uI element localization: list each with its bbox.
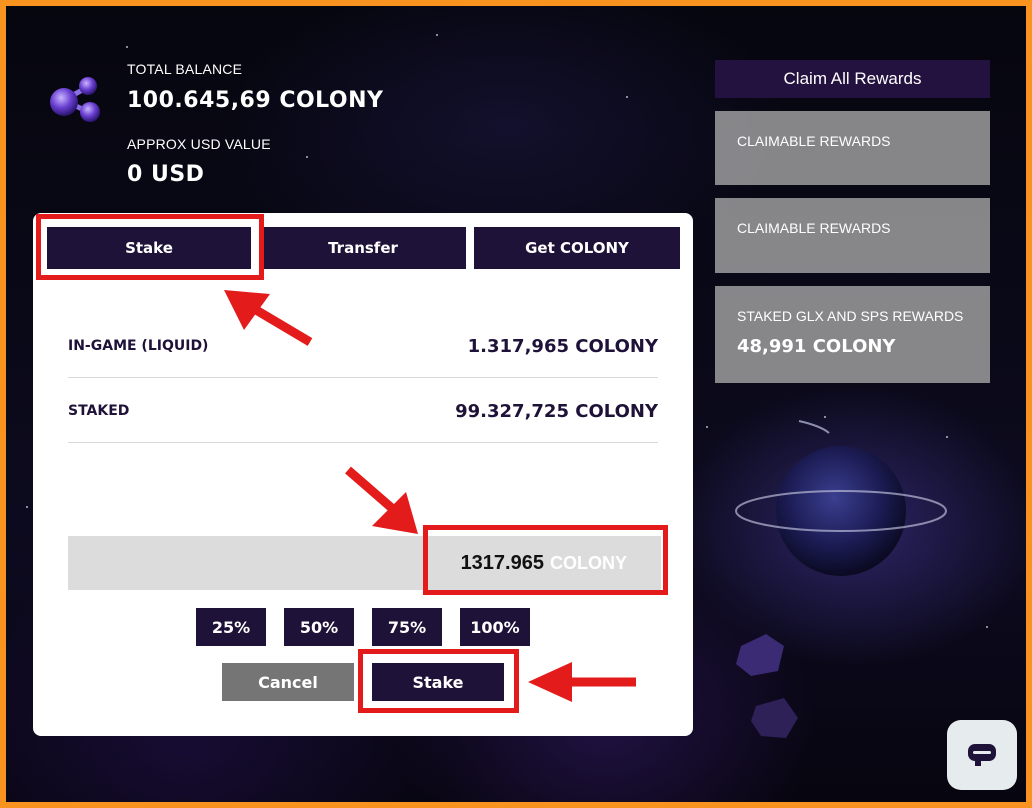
asteroid-decoration	[736, 634, 798, 738]
total-balance-label: TOTAL BALANCE	[127, 61, 243, 77]
claimable-rewards-card: CLAIMABLE REWARDS	[715, 198, 990, 273]
stake-tab-highlight	[36, 214, 264, 280]
star-decoration	[986, 626, 988, 628]
tab-transfer[interactable]: Transfer	[260, 227, 466, 269]
reward-card-label: CLAIMABLE REWARDS	[737, 133, 891, 149]
star-decoration	[26, 506, 28, 508]
reward-card-label: STAKED GLX AND SPS REWARDS	[737, 308, 964, 324]
usd-value-label: APPROX USD VALUE	[127, 136, 271, 152]
planet-decoration	[735, 420, 947, 576]
star-decoration	[306, 156, 308, 158]
total-balance-value: 100.645,69 COLONY	[127, 88, 384, 113]
star-decoration	[706, 426, 708, 428]
star-decoration	[436, 34, 438, 36]
reward-card-label: CLAIMABLE REWARDS	[737, 220, 891, 236]
balance-label: IN-GAME (LIQUID)	[68, 338, 209, 354]
stake-button-highlight	[358, 649, 519, 713]
arrow-annotation-icon	[345, 466, 418, 534]
claim-all-rewards-button[interactable]: Claim All Rewards	[715, 60, 990, 98]
staked-rewards-card: STAKED GLX AND SPS REWARDS 48,991 COLONY	[715, 286, 990, 383]
balance-label: STAKED	[68, 403, 130, 419]
tab-get-colony[interactable]: Get COLONY	[474, 227, 680, 269]
percent-100-button[interactable]: 100%	[460, 608, 530, 646]
amount-highlight	[423, 525, 668, 595]
balance-row-staked: STAKED 99.327,725 COLONY	[68, 379, 658, 443]
star-decoration	[126, 46, 128, 48]
colony-logo-icon	[50, 77, 100, 122]
balance-row-liquid: IN-GAME (LIQUID) 1.317,965 COLONY	[68, 314, 658, 378]
balance-value: 99.327,725 COLONY	[455, 400, 658, 422]
percent-50-button[interactable]: 50%	[284, 608, 354, 646]
star-decoration	[626, 96, 628, 98]
chat-icon	[968, 744, 996, 766]
claimable-rewards-card: CLAIMABLE REWARDS	[715, 111, 990, 185]
percent-75-button[interactable]: 75%	[372, 608, 442, 646]
app-background: TOTAL BALANCE 100.645,69 COLONY APPROX U…	[6, 6, 1026, 802]
chat-button[interactable]	[947, 720, 1017, 790]
cancel-button[interactable]: Cancel	[222, 663, 354, 701]
reward-card-value: 48,991 COLONY	[737, 336, 896, 357]
percent-25-button[interactable]: 25%	[196, 608, 266, 646]
arrow-annotation-icon	[528, 662, 636, 702]
arrow-annotation-icon	[224, 290, 313, 346]
balance-value: 1.317,965 COLONY	[467, 335, 658, 357]
usd-value: 0 USD	[127, 162, 205, 187]
